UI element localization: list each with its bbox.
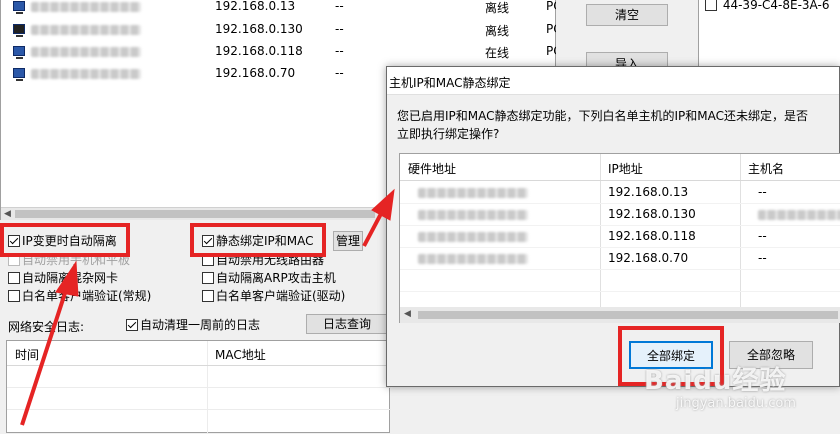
baidu-watermark-logo: Baidu经验 (644, 366, 787, 396)
arrow-line-icon (20, 289, 68, 426)
baidu-watermark-url: jingyan.baidu.com (676, 396, 796, 411)
arrowhead-icon (55, 260, 79, 297)
arrowhead-icon (371, 188, 395, 221)
